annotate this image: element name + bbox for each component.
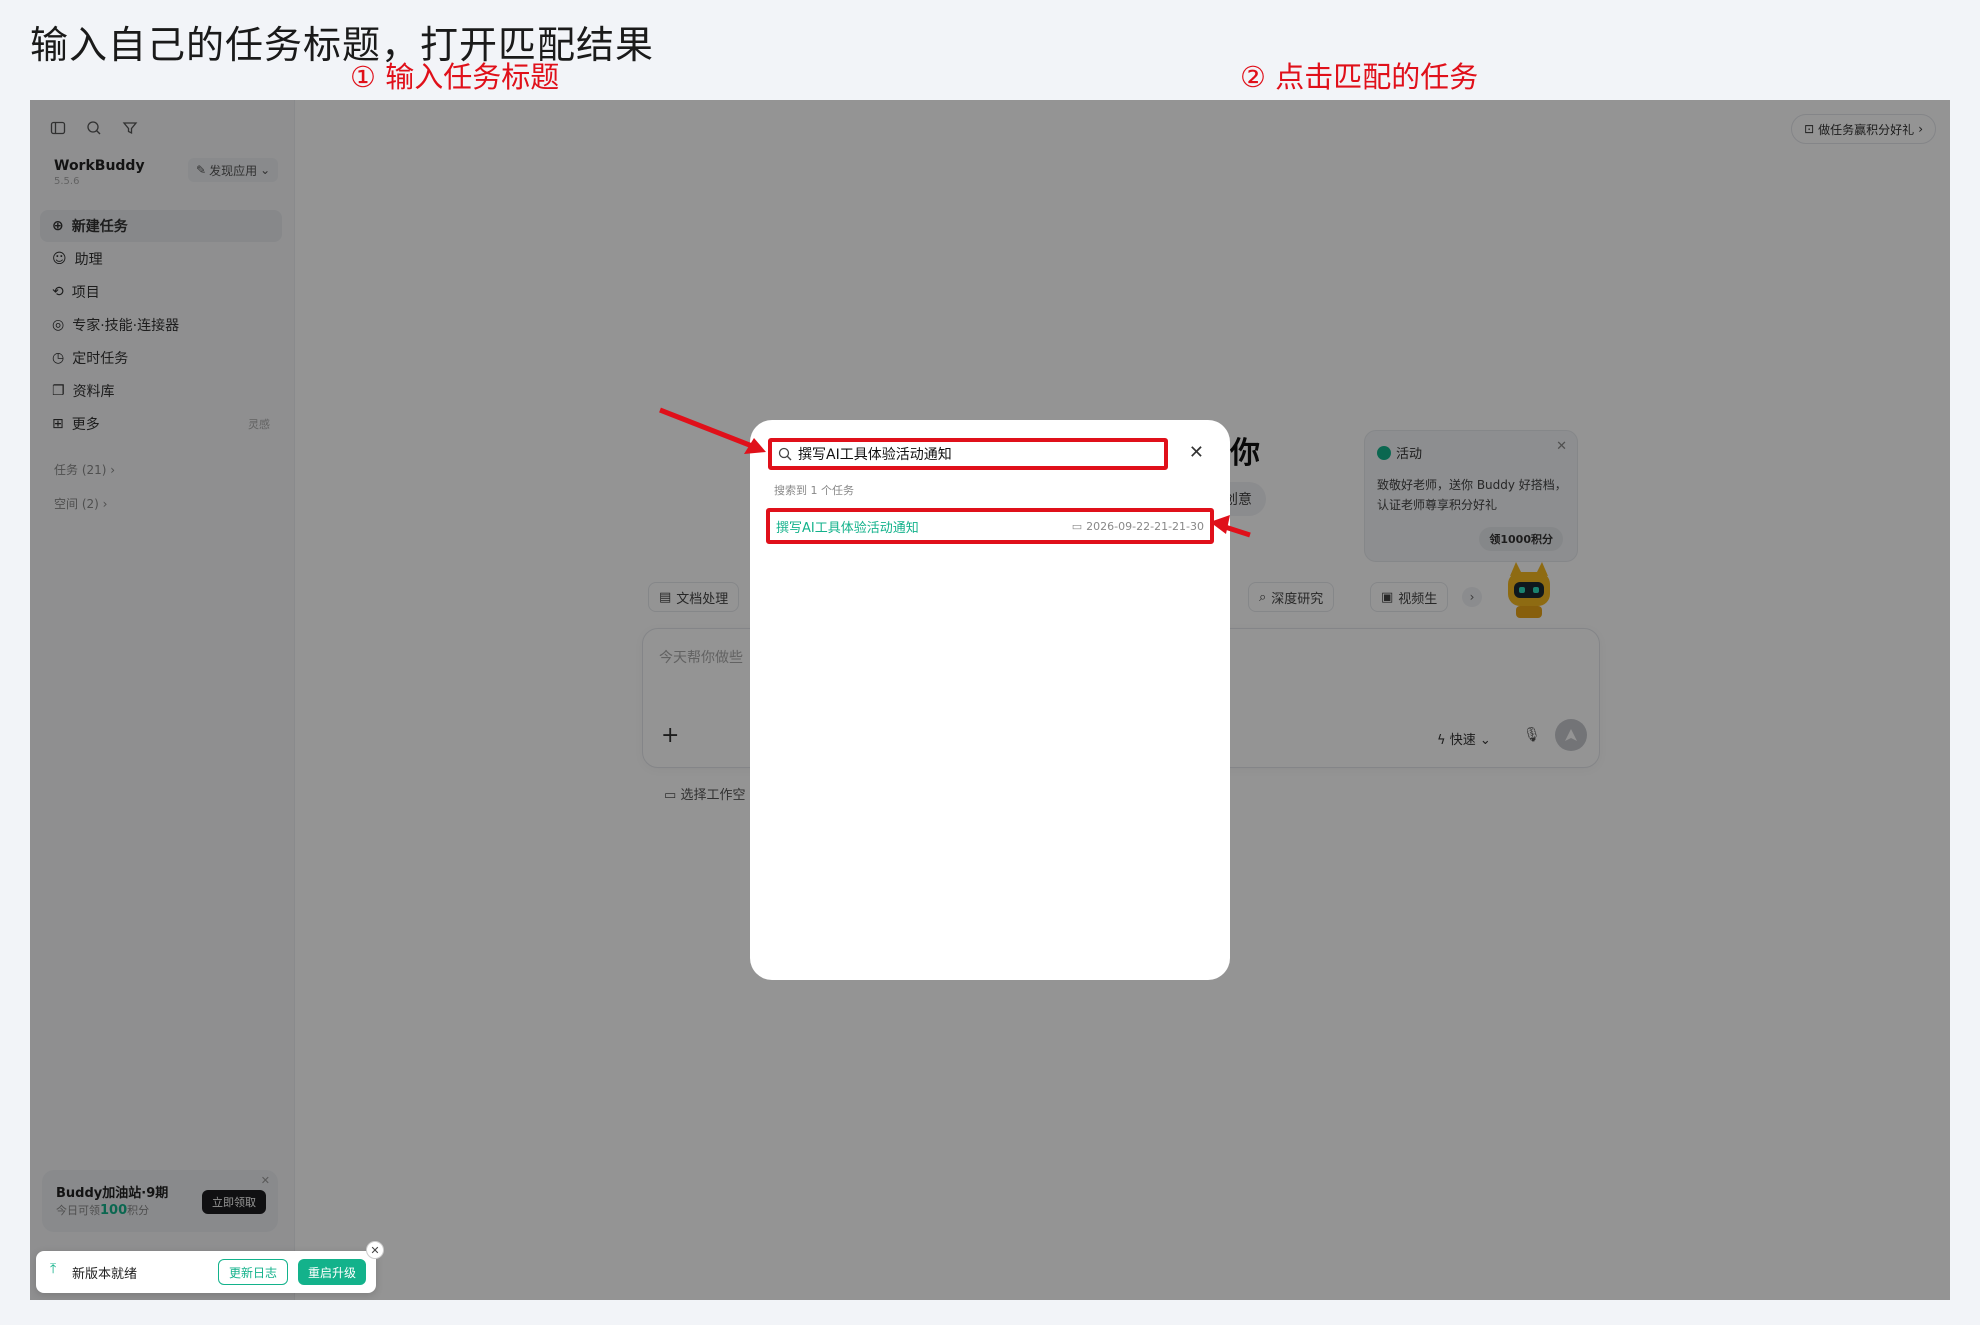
search-input-value: 撰写AI工具体验活动通知 [798, 447, 952, 463]
task-search-input[interactable]: 撰写AI工具体验活动通知 [768, 438, 1168, 470]
search-result-item[interactable]: 撰写AI工具体验活动通知 ▭ 2026-09-22-21-21-30 [766, 508, 1214, 544]
step-one-label: ① 输入任务标题 [350, 60, 560, 94]
search-result-count: 搜索到 1 个任务 [774, 484, 854, 497]
instruction-heading: 输入自己的任务标题，打开匹配结果 [30, 23, 655, 67]
step-two-label: ② 点击匹配的任务 [1240, 60, 1479, 94]
changelog-button[interactable]: 更新日志 [218, 1259, 289, 1285]
close-icon[interactable]: ✕ [366, 1241, 384, 1259]
folder-icon: ▭ [1071, 519, 1083, 533]
search-icon [778, 447, 792, 461]
restart-upgrade-button[interactable]: 重启升级 [298, 1259, 367, 1285]
result-date: ▭ 2026-09-22-21-21-30 [1071, 519, 1204, 533]
upload-icon: ⤒ [50, 1261, 57, 1277]
update-ready-toast: ⤒ 新版本就绪 更新日志 重启升级 ✕ [36, 1241, 384, 1293]
update-ready-text: 新版本就绪 [72, 1267, 138, 1282]
search-modal: 撰写AI工具体验活动通知 ✕ 搜索到 1 个任务 撰写AI工具体验活动通知 ▭ 2… [750, 420, 1230, 980]
close-icon[interactable]: ✕ [1189, 442, 1204, 463]
app-window: WorkBuddy 5.5.6 ✎ 发现应用 ⌄ ⊕ 新建任务 ☺ 助理 ⟲ 项… [30, 100, 1950, 1300]
result-title: 撰写AI工具体验活动通知 [776, 520, 919, 536]
